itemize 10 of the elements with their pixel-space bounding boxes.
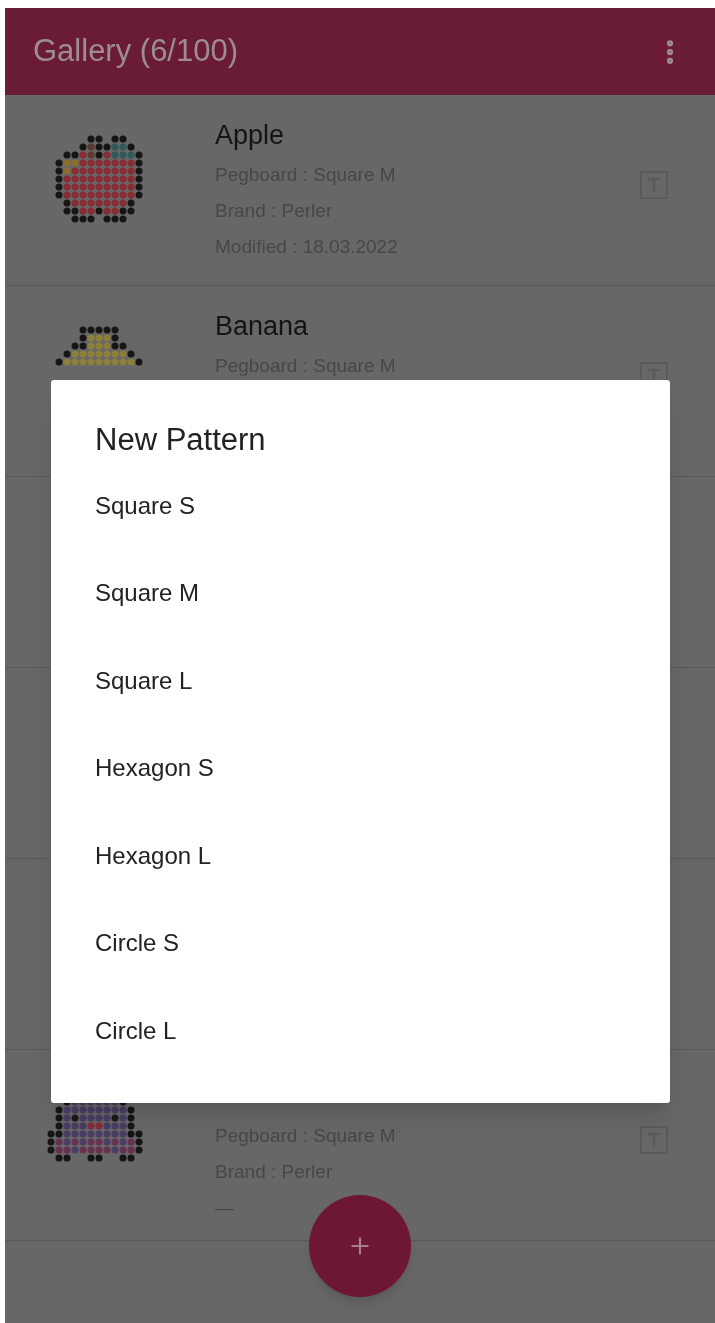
dialog-option[interactable]: Square S xyxy=(95,462,670,550)
dialog-option[interactable]: Square M xyxy=(95,549,670,637)
dialog-title: New Pattern xyxy=(95,421,267,459)
dialog-option[interactable]: Circle L xyxy=(95,987,670,1075)
dialog-option[interactable]: Hexagon S xyxy=(95,724,670,812)
dialog-option[interactable]: Circle S xyxy=(95,899,670,987)
app-bar-title: Gallery (6/100) xyxy=(33,32,239,71)
dialog-option[interactable]: Hexagon L xyxy=(95,812,670,900)
dialog-option[interactable]: Square L xyxy=(95,637,670,725)
pattern-detail: — xyxy=(215,1196,235,1220)
